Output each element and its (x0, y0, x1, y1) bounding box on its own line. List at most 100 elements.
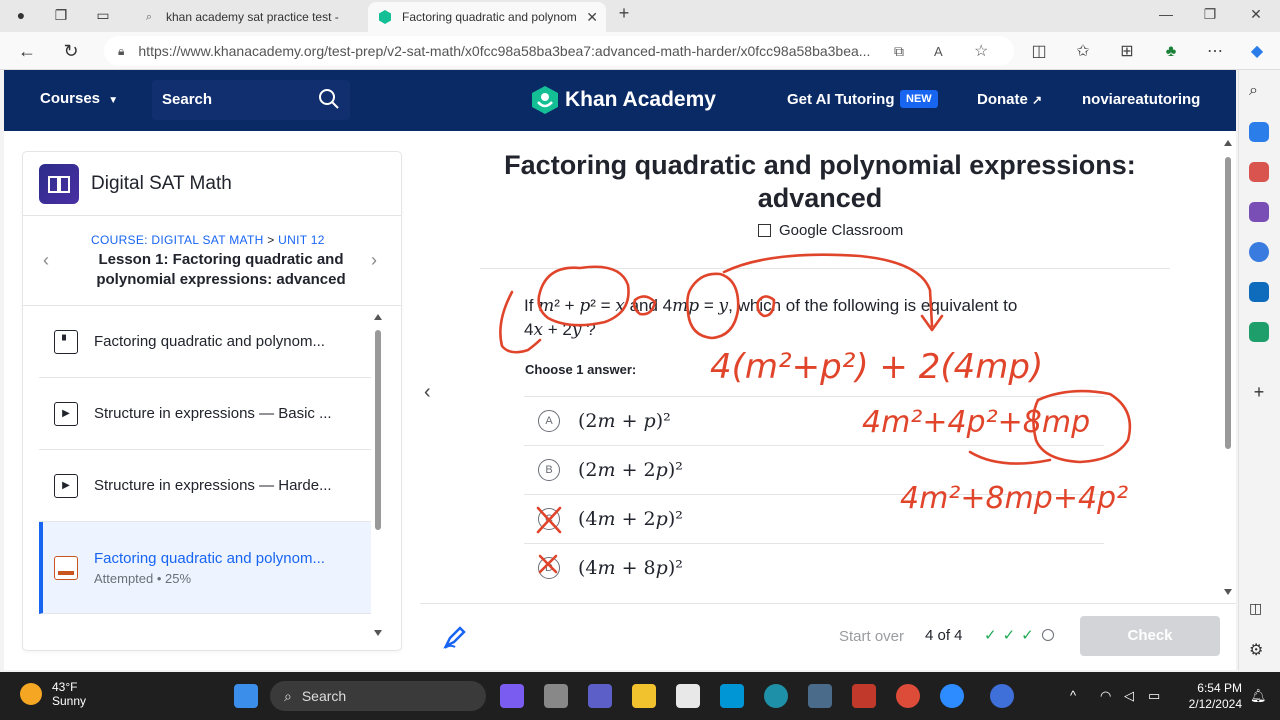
google-classroom-button[interactable]: Google Classroom (758, 222, 903, 239)
app-icon[interactable] (808, 684, 832, 708)
chrome-icon[interactable] (896, 684, 920, 708)
recorder-icon[interactable] (990, 684, 1014, 708)
content-scrollbar[interactable] (1222, 137, 1234, 597)
tab-factoring[interactable]: Factoring quadratic and polynom ✕ (368, 2, 606, 32)
choice-c[interactable]: C (4m + 2p)² (524, 494, 1104, 543)
outlook-icon[interactable] (1249, 282, 1269, 302)
profile-icon[interactable]: ● (10, 4, 32, 26)
sidebar-item-video-harder[interactable]: ▶ Structure in expressions — Harde... (39, 450, 371, 522)
search-icon: ⌕ (145, 10, 153, 23)
sidebar-toggle-icon[interactable]: ◫ (1249, 600, 1269, 620)
logo-text: Khan Academy (565, 88, 716, 111)
search-icon[interactable]: ⌕ (1249, 82, 1269, 102)
refresh-icon[interactable]: ↻ (60, 40, 82, 62)
copilot-app-icon[interactable] (500, 684, 524, 708)
zoom-icon[interactable] (940, 684, 964, 708)
breadcrumb: COURSE: DIGITAL SAT MATH > UNIT 12 (91, 233, 325, 247)
check-button[interactable]: Check (1080, 616, 1220, 656)
new-tab-icon[interactable]: + (614, 3, 634, 24)
m365-icon[interactable] (1249, 242, 1269, 262)
extension-icon[interactable]: ♣ (1160, 41, 1182, 63)
workspaces-icon[interactable]: ❐ (50, 4, 72, 26)
check-icon: ✓ (1002, 627, 1016, 644)
check-icon: ✓ (1021, 627, 1034, 644)
more-menu-icon[interactable]: ⋯ (1204, 41, 1226, 63)
breadcrumb-separator: > (267, 233, 275, 247)
scratchpad-icon[interactable] (442, 624, 468, 650)
chevron-right-icon[interactable]: › (371, 250, 377, 271)
weather-widget[interactable]: 43°F Sunny (20, 680, 86, 708)
choice-letter: A (538, 410, 560, 432)
wifi-icon[interactable]: ◠ (1100, 688, 1111, 704)
progress-dots: ✓ ✓ ✓ (984, 626, 1054, 644)
lesson-sidebar: Digital SAT Math ‹ COURSE: DIGITAL SAT M… (22, 151, 402, 651)
choice-d[interactable]: D (4m + 8p)² (524, 543, 1104, 592)
clock[interactable]: 6:54 PM 2/12/2024 (1182, 680, 1242, 712)
start-over-button[interactable]: Start over (839, 628, 904, 645)
course-header[interactable]: Digital SAT Math (23, 152, 401, 216)
read-aloud-icon[interactable]: A (934, 44, 943, 59)
temperature: 43°F (52, 680, 78, 694)
breadcrumb-unit[interactable]: UNIT 12 (278, 233, 325, 247)
shopping-icon[interactable] (1249, 122, 1269, 142)
courses-menu[interactable]: Courses ▼ (40, 90, 118, 107)
teams-icon[interactable] (588, 684, 612, 708)
taskbar-search[interactable]: ⌕ Search (270, 681, 486, 711)
taskbar: 43°F Sunny ⌕ Search ^ ◠ ◁ ▭ 6:54 PM 2/12… (0, 672, 1280, 720)
search-label: Search (162, 91, 213, 108)
notification-icon[interactable]: 🔔︎ (1250, 688, 1267, 704)
minimize-icon[interactable]: — (1156, 6, 1176, 22)
tab-title: Factoring quadratic and polynom (402, 10, 577, 24)
choice-letter: B (538, 459, 560, 481)
close-window-icon[interactable]: ✕ (1246, 6, 1266, 23)
search-input[interactable]: Search (152, 80, 350, 120)
tray-chevron-icon[interactable]: ^ (1070, 688, 1076, 703)
games-icon[interactable] (1249, 202, 1269, 222)
volume-icon[interactable]: ◁ (1124, 688, 1134, 704)
close-tab-icon[interactable]: ✕ (586, 9, 598, 26)
edge-icon[interactable] (764, 684, 788, 708)
store-icon[interactable] (676, 684, 700, 708)
username-menu[interactable]: noviareatutoring (1082, 91, 1200, 108)
tab-khan-search[interactable]: ⌕ khan academy sat practice test - (132, 2, 364, 32)
sidebar-item-label: Factoring quadratic and polynom... (94, 333, 325, 350)
attempt-status: Attempted • 25% (94, 570, 192, 586)
donate-link[interactable]: Donate ↗ (977, 91, 1042, 108)
restore-icon[interactable]: ❐ (1200, 6, 1220, 23)
collapse-sidebar-button[interactable]: ‹ (424, 381, 450, 421)
choice-a[interactable]: A (2m + p)² (524, 396, 1104, 445)
breadcrumb-course[interactable]: COURSE: DIGITAL SAT MATH (91, 233, 264, 247)
tools-icon[interactable] (1249, 162, 1269, 182)
split-screen-icon[interactable]: ◫ (1028, 41, 1050, 63)
copilot-icon[interactable]: ◆ (1246, 41, 1268, 63)
sidebar-item-video-basic[interactable]: ▶ Structure in expressions — Basic ... (39, 378, 371, 450)
tab-actions-icon[interactable]: ▭ (92, 4, 114, 26)
settings-icon[interactable]: ⚙ (1249, 640, 1269, 660)
url-field[interactable]: 🔒︎ https://www.khanacademy.org/test-prep… (104, 36, 1014, 66)
divider (480, 268, 1170, 269)
back-icon[interactable]: ← (16, 40, 38, 62)
donate-label: Donate (977, 91, 1028, 108)
choice-b[interactable]: B (2m + 2p)² (524, 445, 1104, 494)
task-view-icon[interactable] (544, 684, 568, 708)
ai-tutoring-link[interactable]: Get AI Tutoring (787, 91, 894, 108)
start-icon[interactable] (234, 684, 258, 708)
sidebar-item-article[interactable]: ▘ Factoring quadratic and polynom... (39, 306, 371, 378)
battery-icon[interactable]: ▭ (1148, 688, 1160, 704)
favorites-icon[interactable]: ✩ (1072, 41, 1094, 63)
app-available-icon[interactable]: ⧉ (894, 43, 904, 60)
khan-favicon-icon (378, 10, 392, 24)
khan-academy-logo[interactable]: Khan Academy (532, 86, 716, 114)
progress-count: 4 of 4 (925, 627, 963, 644)
snipping-tool-icon[interactable] (852, 684, 876, 708)
add-icon[interactable]: + (1249, 382, 1269, 402)
sidebar-item-exercise[interactable]: Factoring quadratic and polynom... Attem… (39, 522, 371, 614)
favorite-star-icon[interactable]: ☆ (974, 41, 988, 61)
collections-icon[interactable]: ⊞ (1116, 41, 1138, 63)
drop-icon[interactable] (1249, 322, 1269, 342)
choice-letter: D (538, 557, 560, 579)
chevron-left-icon[interactable]: ‹ (43, 250, 49, 271)
sidebar-scrollbar[interactable] (373, 312, 383, 642)
file-explorer-icon[interactable] (632, 684, 656, 708)
hp-icon[interactable] (720, 684, 744, 708)
